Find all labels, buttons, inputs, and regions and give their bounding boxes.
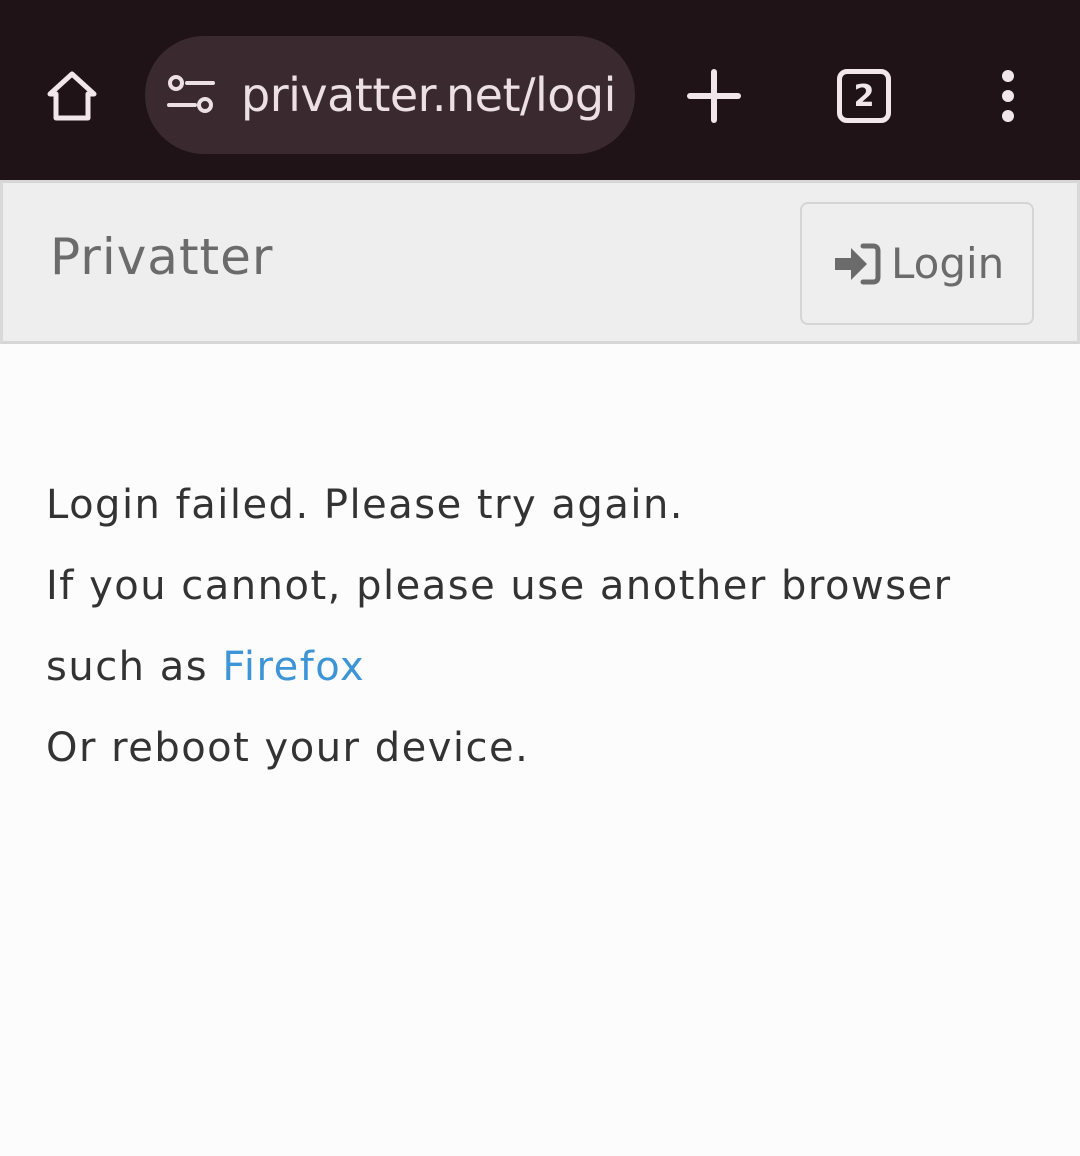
browser-toolbar: privatter.net/logi 2 [0, 0, 1080, 180]
more-vert-icon[interactable] [990, 68, 1026, 124]
error-line-4: Or reboot your device. [46, 725, 530, 771]
login-button[interactable]: Login [800, 202, 1034, 325]
tune-icon[interactable] [165, 74, 217, 116]
home-icon [47, 71, 97, 121]
login-error-message: Login failed. Please try again. If you c… [46, 470, 1046, 794]
sign-in-icon [835, 243, 881, 284]
url-text[interactable]: privatter.net/logi [241, 66, 616, 124]
plus-icon[interactable] [686, 66, 742, 126]
error-line-2: If you cannot, please use another browse… [46, 563, 952, 609]
firefox-link[interactable]: Firefox [222, 644, 365, 690]
error-line-1: Login failed. Please try again. [46, 482, 685, 528]
login-label: Login [891, 239, 1005, 288]
line-3-prefix: such as [46, 644, 223, 690]
site-navbar: Privatter Login [0, 180, 1080, 344]
error-line-3: such as Firefox [46, 632, 1046, 713]
tab-switcher-button[interactable]: 2 [837, 69, 891, 123]
site-brand[interactable]: Privatter [50, 227, 273, 287]
address-bar[interactable]: privatter.net/logi [145, 36, 635, 154]
home-button[interactable] [36, 60, 108, 132]
